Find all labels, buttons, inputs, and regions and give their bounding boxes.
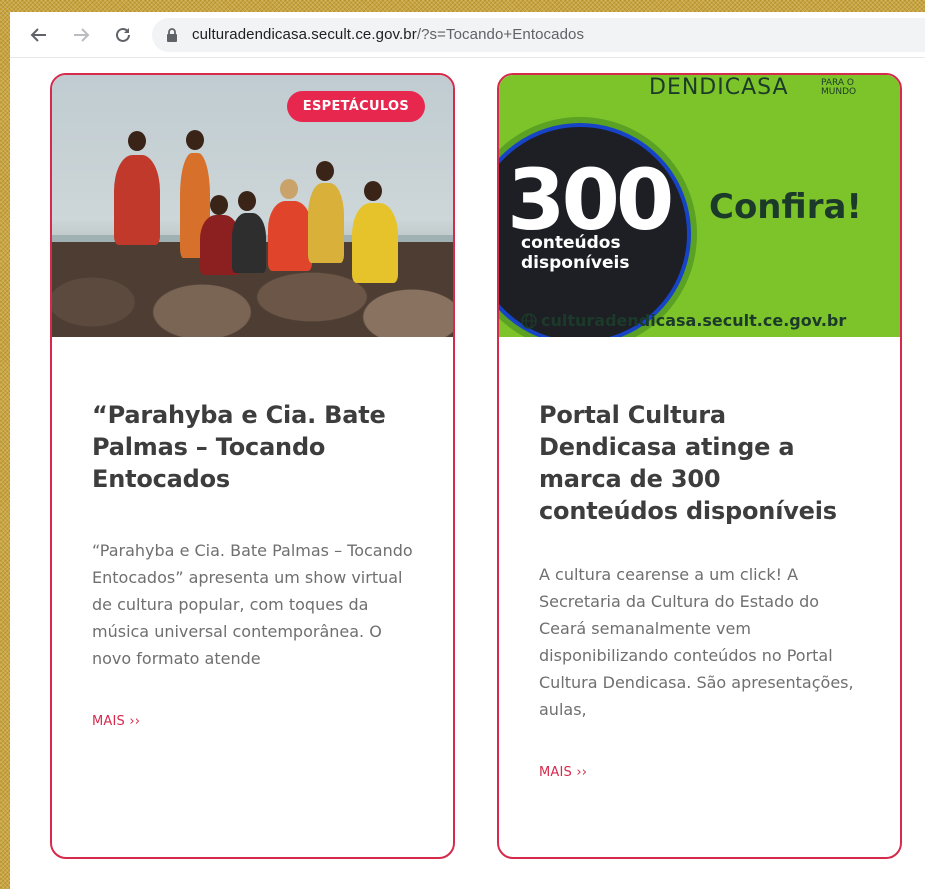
post-excerpt: “Parahyba e Cia. Bate Palmas – Tocando E…: [92, 541, 413, 668]
forward-arrow-icon[interactable]: [66, 20, 96, 50]
post-title[interactable]: Portal Cultura Dendicasa atinge a marca …: [539, 399, 860, 527]
search-results: ESPETÁCULOS “Parahyba e Cia. Bate Palmas…: [10, 58, 925, 889]
promo-number-caption-1: conteúdos: [521, 233, 621, 253]
promo-cta: Confira!: [709, 187, 862, 227]
promo-brand-sub: PARA O MUNDO: [821, 79, 856, 97]
url-path: /?s=Tocando+Entocados: [416, 26, 585, 43]
address-bar[interactable]: culturadendicasa.secult.ce.gov.br/?s=Toc…: [152, 17, 925, 52]
promo-brand-sub-2: MUNDO: [821, 87, 857, 97]
reload-icon[interactable]: [108, 20, 138, 50]
read-more-link[interactable]: MAIS ››: [539, 765, 587, 780]
promo-number-caption-2: disponíveis: [521, 253, 630, 273]
browser-toolbar: culturadendicasa.secult.ce.gov.br/?s=Toc…: [10, 12, 925, 58]
url-domain: culturadendicasa.secult.ce.gov.br: [192, 26, 417, 43]
post-body: “Parahyba e Cia. Bate Palmas – Tocando E…: [52, 399, 453, 730]
post-thumbnail[interactable]: DENDICASA PARA O MUNDO 300 conteúdos dispo…: [499, 75, 900, 337]
post-card: DENDICASA PARA O MUNDO 300 conteúdos dispo…: [497, 73, 902, 859]
promo-brand: DENDICASA: [649, 75, 789, 100]
browser-window: culturadendicasa.secult.ce.gov.br/?s=Toc…: [10, 12, 925, 889]
post-title[interactable]: “Parahyba e Cia. Bate Palmas – Tocando E…: [92, 399, 413, 495]
back-arrow-icon[interactable]: [24, 20, 54, 50]
globe-icon: [521, 312, 537, 329]
post-excerpt: A cultura cearense a um click! A Secreta…: [539, 565, 854, 719]
post-body: Portal Cultura Dendicasa atinge a marca …: [499, 399, 900, 781]
promo-site-text: culturadendicasa.secult.ce.gov.br: [541, 311, 847, 330]
url-text: culturadendicasa.secult.ce.gov.br/?s=Toc…: [192, 26, 584, 43]
category-badge[interactable]: ESPETÁCULOS: [286, 91, 425, 122]
promo-image: DENDICASA PARA O MUNDO 300 conteúdos dispo…: [499, 75, 900, 337]
post-card: ESPETÁCULOS “Parahyba e Cia. Bate Palmas…: [50, 73, 455, 859]
post-thumbnail[interactable]: ESPETÁCULOS: [52, 75, 453, 337]
lock-icon[interactable]: [166, 27, 180, 43]
read-more-link[interactable]: MAIS ››: [92, 714, 140, 729]
promo-number-caption: conteúdos disponíveis: [521, 233, 629, 273]
promo-site: culturadendicasa.secult.ce.gov.br: [521, 311, 846, 330]
